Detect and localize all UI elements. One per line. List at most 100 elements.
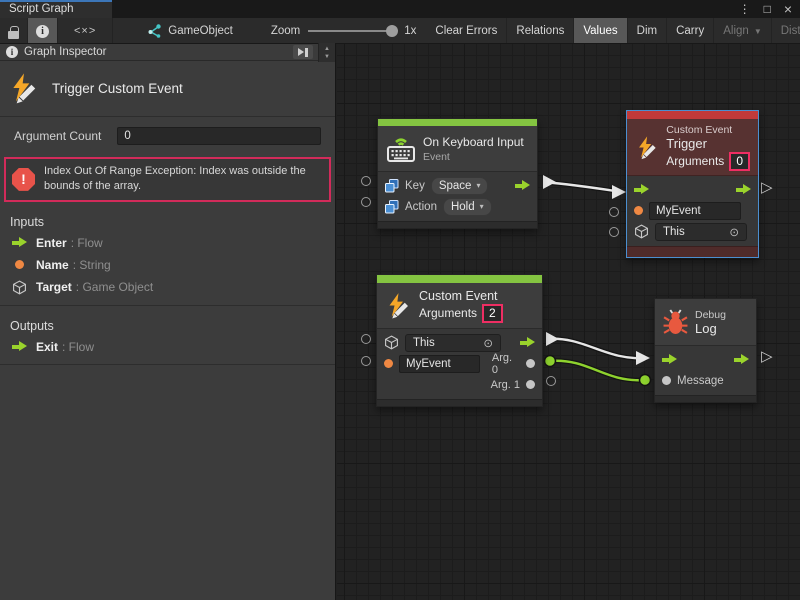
window-menu-icon[interactable]: ⋮ — [739, 2, 751, 16]
error-message-box: ! Index Out Of Range Exception: Index wa… — [4, 157, 331, 202]
target-row: This ⊙ — [627, 221, 758, 242]
key-dropdown[interactable]: Space ▾ — [431, 177, 489, 195]
error-icon: ! — [12, 168, 35, 191]
dock-triangle — [298, 48, 304, 56]
lock-icon — [8, 26, 19, 39]
target-picker-icon[interactable]: ⊙ — [729, 225, 739, 239]
message-label: Message — [677, 375, 724, 387]
carry-button[interactable]: Carry — [667, 18, 714, 44]
flow-out-port[interactable] — [736, 184, 751, 195]
relations-label: Relations — [516, 25, 564, 37]
flow-in-port[interactable] — [662, 354, 677, 365]
output-row-exit: Exit : Flow — [0, 336, 335, 358]
distribute-dropdown-button[interactable]: Distribute ▼ — [772, 18, 800, 44]
port-keyboard-key[interactable] — [361, 176, 371, 186]
output-type: : Flow — [62, 340, 94, 354]
output-name: Exit — [36, 340, 58, 354]
input-type: : String — [73, 258, 111, 272]
event-name-row: MyEvent — [627, 200, 758, 221]
graph-inspector-panel: Graph Inspector ▲ ▼ Trigger Custom Event… — [0, 44, 336, 600]
graph-canvas[interactable]: ▷ ▷ On Keyboard Input Event — [337, 44, 800, 600]
port-keyboard-action[interactable] — [361, 197, 371, 207]
input-row-target: Target : Game Object — [0, 276, 335, 299]
flow-port-icon — [10, 341, 28, 352]
arg1-row: Arg. 1 — [377, 374, 542, 395]
unit-title-text: Trigger Custom Event — [52, 81, 183, 96]
input-type: : Game Object — [76, 280, 153, 294]
cube-icon — [384, 335, 399, 350]
dock-icon[interactable] — [293, 45, 313, 59]
arguments-count-badge: 2 — [482, 304, 503, 323]
message-port[interactable] — [662, 376, 671, 385]
event-name-input[interactable]: MyEvent — [649, 202, 741, 220]
keyboard-icon — [386, 135, 416, 163]
node-body: Message — [655, 346, 756, 395]
code-preview-button[interactable]: <×> — [58, 18, 113, 44]
flow-out-port[interactable] — [734, 354, 749, 365]
maximize-icon[interactable]: □ — [764, 2, 771, 16]
flow-in-port[interactable] — [634, 184, 649, 195]
input-name: Target — [36, 280, 72, 294]
node-body: Key Space ▾ Action Hold ▾ — [378, 172, 537, 221]
chevron-down-icon: ▼ — [754, 27, 762, 36]
arg1-label: Arg. 1 — [491, 379, 520, 391]
zoom-slider[interactable] — [308, 30, 396, 32]
debug-node-run-icon[interactable]: ▷ — [761, 349, 773, 364]
key-value: Space — [439, 180, 472, 192]
values-button[interactable]: Values — [574, 18, 627, 44]
arg1-port[interactable] — [526, 380, 535, 389]
wire-keyboard-to-trigger[interactable] — [543, 175, 626, 199]
arg0-port[interactable] — [526, 359, 535, 368]
wire-arg0-to-message[interactable] — [545, 356, 651, 386]
relations-button[interactable]: Relations — [507, 18, 574, 44]
port-customevent-name[interactable] — [361, 356, 371, 366]
target-dropdown[interactable]: This ⊙ — [655, 223, 747, 241]
node-footer — [655, 395, 756, 402]
node-color-bar — [377, 275, 542, 283]
bug-icon — [663, 309, 688, 335]
chevron-down-icon: ▾ — [480, 202, 484, 211]
align-dropdown-button[interactable]: Align ▼ — [714, 18, 772, 44]
info-icon — [6, 46, 18, 58]
target-dropdown[interactable]: This ⊙ — [405, 334, 501, 352]
wire-customevent-to-debug-flow[interactable] — [546, 332, 650, 365]
arguments-label: Arguments — [666, 154, 724, 168]
trigger-node-run-icon[interactable]: ▷ — [761, 180, 773, 195]
custom-event-icon — [635, 134, 659, 161]
node-debug-log[interactable]: Debug Log Message — [654, 298, 757, 403]
clear-errors-button[interactable]: Clear Errors — [426, 18, 507, 44]
inspector-toggle-button[interactable] — [28, 18, 58, 44]
orange-dot-icon[interactable] — [634, 206, 643, 215]
port-customevent-target[interactable] — [361, 334, 371, 344]
node-on-keyboard-input[interactable]: On Keyboard Input Event Key Space ▾ — [377, 118, 538, 229]
argument-count-label: Argument Count — [14, 129, 101, 143]
action-dropdown[interactable]: Hold ▾ — [443, 198, 492, 216]
node-category: Custom Event — [666, 124, 750, 136]
close-icon[interactable]: × — [784, 1, 792, 17]
node-trigger-custom-event[interactable]: Custom Event Trigger Arguments 0 MyEvent — [626, 110, 759, 258]
node-custom-event[interactable]: Custom Event Arguments 2 This ⊙ — [376, 274, 543, 407]
tab-script-graph[interactable]: Script Graph — [0, 0, 112, 18]
cube-icon — [12, 280, 27, 295]
dim-button[interactable]: Dim — [628, 18, 667, 44]
port-trigger-target[interactable] — [609, 227, 619, 237]
node-header: Custom Event Arguments 2 — [377, 283, 542, 329]
input-row-name: Name : String — [0, 254, 335, 276]
spinner-up-icon[interactable]: ▲ — [324, 45, 330, 53]
event-name-input[interactable]: MyEvent — [399, 355, 480, 373]
argument-count-input[interactable]: 0 — [117, 127, 321, 145]
input-name: Name — [36, 258, 69, 272]
zoom-slider-handle[interactable] — [386, 25, 398, 37]
port-arg1-out[interactable] — [546, 376, 556, 386]
spinner-down-icon[interactable]: ▼ — [324, 53, 330, 61]
lock-button[interactable] — [0, 18, 28, 44]
gameobject-selector[interactable]: GameObject — [137, 18, 243, 43]
node-title: Log — [695, 321, 726, 336]
panel-spinner[interactable]: ▲ ▼ — [318, 43, 335, 62]
target-picker-icon[interactable]: ⊙ — [483, 336, 493, 350]
info-icon — [36, 25, 49, 38]
flow-out-port[interactable] — [515, 180, 530, 191]
orange-dot-icon[interactable] — [384, 359, 393, 368]
flow-out-port[interactable] — [520, 337, 535, 348]
port-trigger-name[interactable] — [609, 207, 619, 217]
